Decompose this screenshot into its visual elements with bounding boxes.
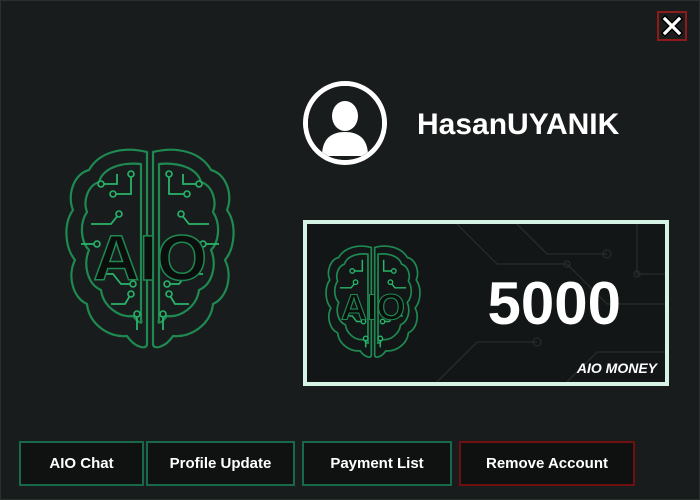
wallet-card: AIO 5000 AIO MONEY	[303, 220, 669, 386]
user-avatar-icon[interactable]	[303, 81, 387, 165]
money-amount: 5000	[487, 270, 621, 337]
app-window: AIO HasanUYANIK AIO 5000 AIO MONEY AIO C…	[0, 0, 700, 500]
brain-logo-text: AIO	[93, 222, 207, 294]
wallet-logo-text: AIO	[341, 286, 405, 327]
currency-label: AIO MONEY	[576, 360, 657, 376]
username: HasanUYANIK	[417, 108, 620, 141]
brain-circuit-small-logo: AIO	[325, 245, 421, 358]
brain-circuit-logo: AIO	[65, 148, 235, 349]
remove-account-button[interactable]: Remove Account	[459, 441, 635, 486]
close-button[interactable]	[657, 11, 687, 41]
payment-list-button[interactable]: Payment List	[302, 441, 452, 486]
aio-chat-button[interactable]: AIO Chat	[19, 441, 144, 486]
close-x-icon	[661, 15, 683, 37]
profile-update-button[interactable]: Profile Update	[146, 441, 295, 486]
